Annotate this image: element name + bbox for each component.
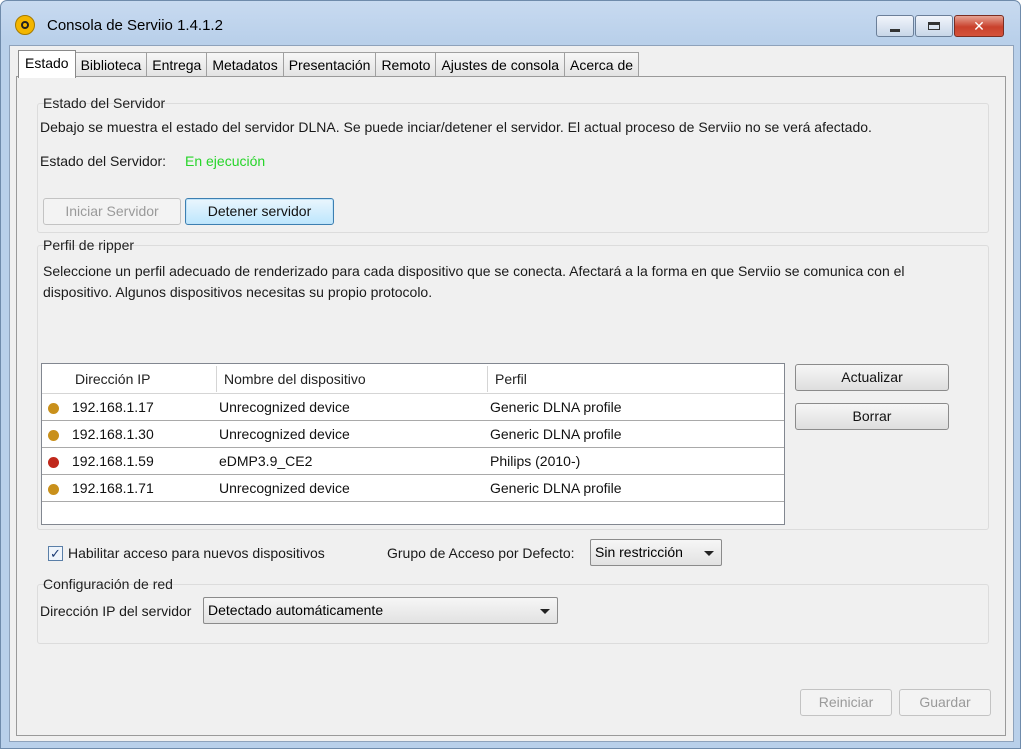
tab-bar: Estado Biblioteca Entrega Metadatos Pres… (18, 50, 640, 78)
table-row[interactable]: 192.168.1.71 Unrecognized device Generic… (42, 475, 784, 502)
server-status-description: Debajo se muestra el estado del servidor… (40, 119, 872, 135)
title-bar[interactable]: Consola de Serviio 1.4.1.2 ✕ (1, 1, 1020, 43)
serviio-logo-icon (15, 15, 35, 35)
tab-entrega[interactable]: Entrega (146, 52, 208, 76)
column-header-profile[interactable]: Perfil (495, 371, 527, 387)
ripper-description-line1: Seleccione un perfil adecuado de renderi… (43, 263, 905, 279)
restart-button[interactable]: Reiniciar (800, 689, 892, 716)
server-ip-value: Detectado automáticamente (208, 602, 384, 618)
cell-profile: Philips (2010-) (490, 453, 581, 469)
cell-profile: Generic DLNA profile (490, 399, 622, 415)
refresh-button[interactable]: Actualizar (795, 364, 949, 391)
enable-access-checkbox[interactable]: ✓ (48, 546, 63, 561)
column-separator (487, 366, 488, 392)
maximize-icon (928, 22, 940, 30)
maximize-button[interactable] (915, 15, 953, 37)
cell-ip: 192.168.1.17 (72, 399, 154, 415)
tab-presentacion[interactable]: Presentación (282, 52, 377, 76)
server-ip-label: Dirección IP del servidor (40, 603, 192, 619)
cell-device-name: eDMP3.9_CE2 (219, 453, 313, 469)
close-icon: ✕ (973, 17, 985, 34)
table-row[interactable]: 192.168.1.17 Unrecognized device Generic… (42, 394, 784, 421)
window-title: Consola de Serviio 1.4.1.2 (47, 17, 223, 34)
cell-profile: Generic DLNA profile (490, 426, 622, 442)
ripper-description-line2: dispositivo. Algunos dispositivos necesi… (43, 284, 433, 300)
app-window: Consola de Serviio 1.4.1.2 ✕ Estado Bibl… (0, 0, 1021, 749)
column-header-device-name[interactable]: Nombre del dispositivo (224, 371, 366, 387)
column-header-ip[interactable]: Dirección IP (75, 371, 150, 387)
tab-metadatos[interactable]: Metadatos (206, 52, 284, 76)
cell-profile: Generic DLNA profile (490, 480, 622, 496)
minimize-button[interactable] (876, 15, 914, 37)
chevron-down-icon (540, 609, 550, 614)
ripper-profile-group-title: Perfil de ripper (43, 237, 135, 253)
server-status-value: En ejecución (185, 153, 266, 169)
cell-ip: 192.168.1.71 (72, 480, 154, 496)
server-ip-select[interactable]: Detectado automáticamente (203, 597, 558, 624)
cell-device-name: Unrecognized device (219, 426, 350, 442)
cell-device-name: Unrecognized device (219, 399, 350, 415)
default-group-label: Grupo de Acceso por Defecto: (387, 545, 575, 561)
device-status-dot-icon (48, 457, 59, 468)
start-server-button[interactable]: Iniciar Servidor (43, 198, 181, 225)
minimize-icon (890, 28, 900, 32)
column-separator (216, 366, 217, 392)
device-table-header: Dirección IP Nombre del dispositivo Perf… (42, 364, 784, 394)
device-status-dot-icon (48, 430, 59, 441)
server-status-group-title: Estado del Servidor (43, 95, 166, 111)
tab-estado[interactable]: Estado (18, 50, 76, 78)
table-row[interactable]: 192.168.1.30 Unrecognized device Generic… (42, 421, 784, 448)
device-status-dot-icon (48, 484, 59, 495)
network-config-group-title: Configuración de red (43, 576, 173, 592)
tab-acerca-de[interactable]: Acerca de (564, 52, 640, 76)
device-table[interactable]: Dirección IP Nombre del dispositivo Perf… (41, 363, 785, 525)
cell-ip: 192.168.1.30 (72, 426, 154, 442)
cell-device-name: Unrecognized device (219, 480, 350, 496)
client-area: Estado Biblioteca Entrega Metadatos Pres… (9, 45, 1014, 742)
close-button[interactable]: ✕ (954, 15, 1004, 37)
enable-access-label[interactable]: Habilitar acceso para nuevos dispositivo… (68, 545, 325, 561)
chevron-down-icon (704, 551, 714, 556)
delete-button[interactable]: Borrar (795, 403, 949, 430)
stop-server-button[interactable]: Detener servidor (185, 198, 334, 225)
tab-ajustes-consola[interactable]: Ajustes de consola (435, 52, 565, 76)
tab-page-estado: Estado del Servidor Debajo se muestra el… (16, 76, 1006, 736)
tab-biblioteca[interactable]: Biblioteca (74, 52, 148, 76)
device-status-dot-icon (48, 403, 59, 414)
save-button[interactable]: Guardar (899, 689, 991, 716)
tab-remoto[interactable]: Remoto (375, 52, 437, 76)
default-group-value: Sin restricción (595, 544, 683, 560)
table-row[interactable]: 192.168.1.59 eDMP3.9_CE2 Philips (2010-) (42, 448, 784, 475)
server-status-label: Estado del Servidor: (40, 153, 167, 169)
cell-ip: 192.168.1.59 (72, 453, 154, 469)
default-group-select[interactable]: Sin restricción (590, 539, 722, 566)
